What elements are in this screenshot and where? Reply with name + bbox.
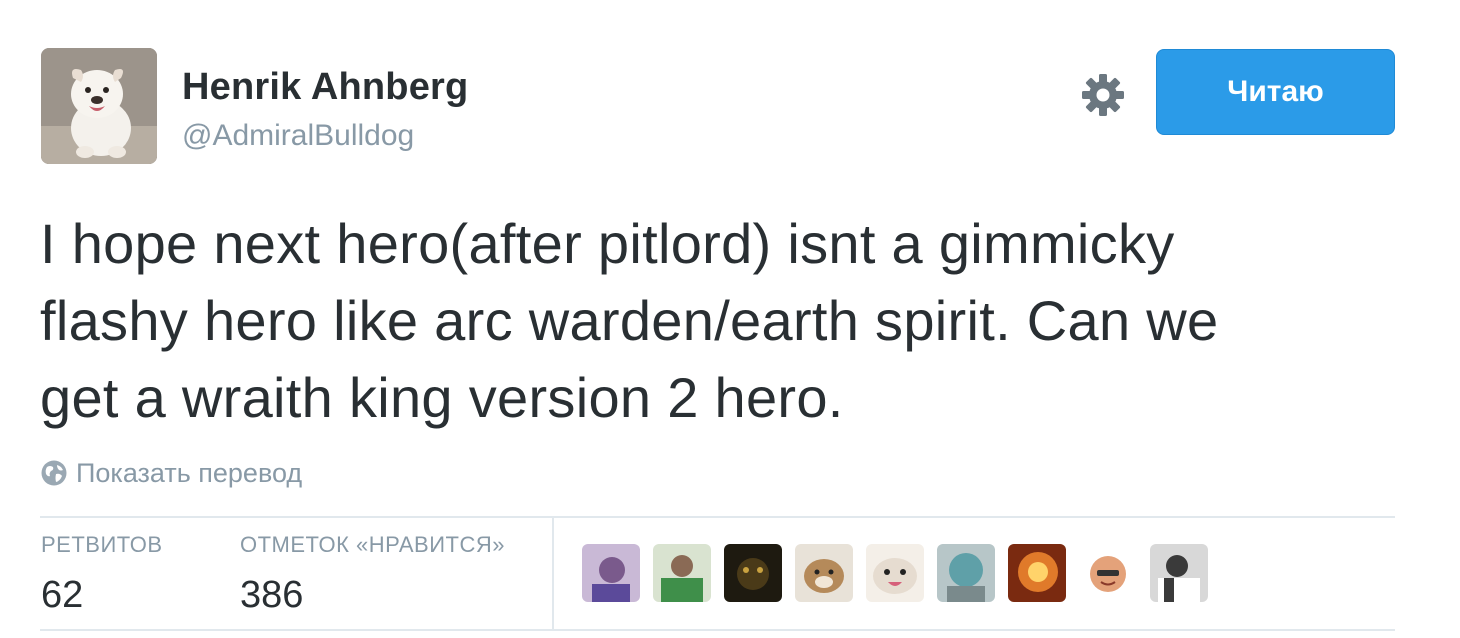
divider — [40, 629, 1395, 631]
liker-avatar[interactable] — [866, 544, 924, 602]
show-translation-link[interactable]: Показать перевод — [40, 457, 302, 489]
tweet-text: I hope next hero(after pitlord) isnt a g… — [40, 205, 1420, 436]
bulldog-avatar-icon — [41, 48, 157, 164]
likes-stat[interactable]: ОТМЕТОК «НРАВИТСЯ» 386 — [240, 532, 505, 617]
gear-icon[interactable] — [1080, 72, 1126, 118]
globe-icon — [41, 460, 67, 486]
retweets-stat[interactable]: РЕТВИТОВ 62 — [41, 532, 163, 617]
tweet-text-line: get a wraith king version 2 hero. — [40, 366, 844, 429]
likers-avatar-row — [582, 544, 1208, 602]
tweet-card: Henrik Ahnberg @AdmiralBulldog Читаю I h… — [0, 0, 1460, 638]
liker-avatar[interactable] — [582, 544, 640, 602]
retweets-label: РЕТВИТОВ — [41, 532, 163, 557]
tweet-text-line: I hope next hero(after pitlord) isnt a g… — [40, 212, 1175, 275]
user-avatar[interactable] — [41, 48, 157, 164]
divider — [40, 516, 1395, 518]
liker-avatar[interactable] — [724, 544, 782, 602]
liker-avatar[interactable] — [795, 544, 853, 602]
likes-label: ОТМЕТОК «НРАВИТСЯ» — [240, 532, 505, 557]
liker-avatar[interactable] — [1079, 544, 1137, 602]
divider — [552, 518, 554, 629]
follow-button[interactable]: Читаю — [1156, 49, 1395, 135]
tweet-text-line: flashy hero like arc warden/earth spirit… — [40, 289, 1219, 352]
liker-avatar[interactable] — [937, 544, 995, 602]
liker-avatar[interactable] — [1150, 544, 1208, 602]
retweets-count: 62 — [41, 574, 84, 616]
user-full-name[interactable]: Henrik Ahnberg — [182, 66, 468, 109]
show-translation-label: Показать перевод — [76, 457, 303, 488]
liker-avatar[interactable] — [1008, 544, 1066, 602]
user-handle[interactable]: @AdmiralBulldog — [182, 119, 414, 153]
likes-count: 386 — [240, 574, 304, 616]
liker-avatar[interactable] — [653, 544, 711, 602]
